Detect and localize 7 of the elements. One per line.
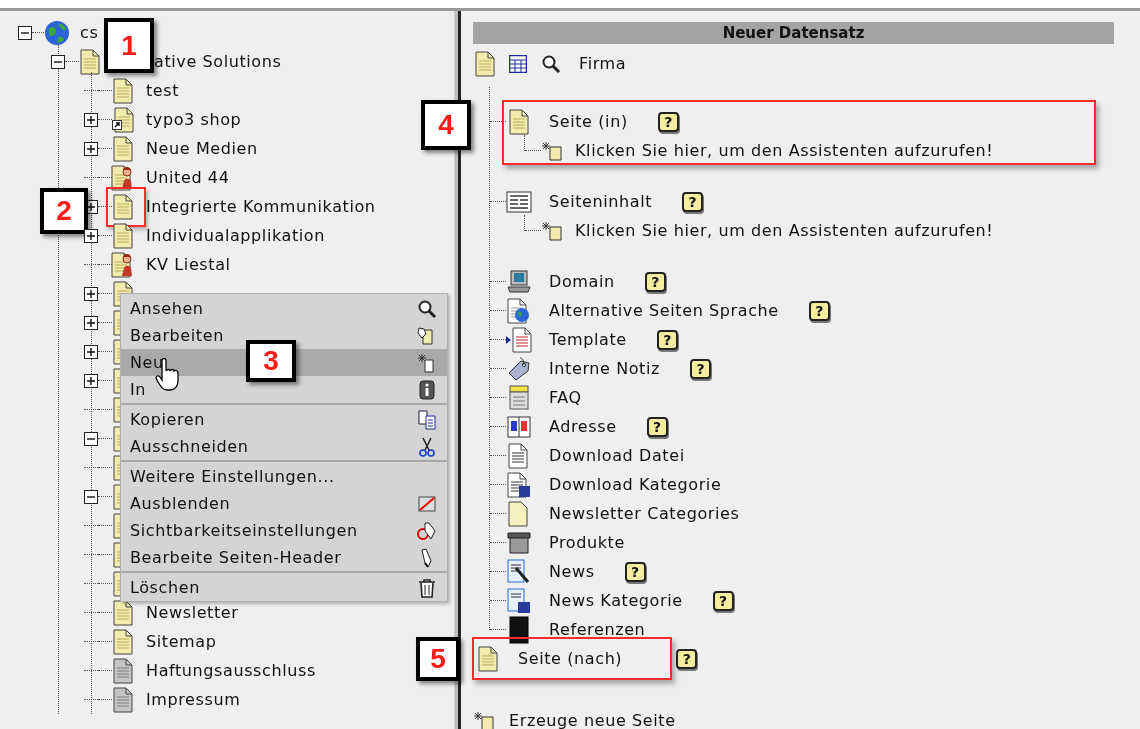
callout-number: 4 [421,100,471,150]
callout-number: 5 [416,637,460,681]
callout-number: 3 [246,340,296,382]
record-title: Firma [579,53,627,75]
callout-number: 2 [40,188,88,234]
callout-number: 1 [104,18,154,73]
panel-header: Neuer Datensatz [473,22,1114,44]
